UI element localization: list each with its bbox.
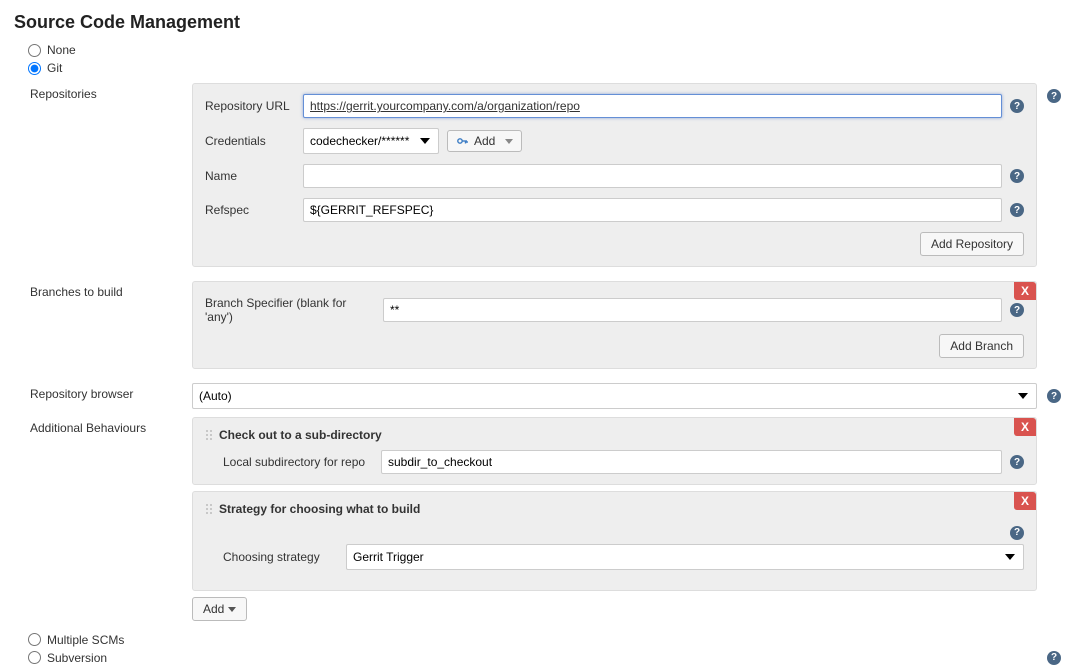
add-branch-button[interactable]: Add Branch xyxy=(939,334,1024,358)
drag-handle-icon[interactable] xyxy=(205,503,213,516)
delete-branch-button[interactable]: X xyxy=(1014,282,1036,300)
scm-radio-git[interactable] xyxy=(28,62,41,75)
scm-radio-multiple[interactable] xyxy=(28,633,41,646)
help-icon[interactable]: ? xyxy=(1010,203,1024,217)
add-cred-label: Add xyxy=(474,134,495,148)
repositories-label: Repositories xyxy=(20,79,192,277)
scm-option-multiple-row[interactable]: Multiple SCMs xyxy=(28,633,1067,647)
chevron-down-icon xyxy=(228,607,236,612)
local-subdir-label: Local subdirectory for repo xyxy=(223,455,373,469)
add-credentials-button[interactable]: Add xyxy=(447,130,522,152)
refspec-input[interactable] xyxy=(303,198,1002,222)
choosing-strategy-select[interactable]: Gerrit Trigger xyxy=(346,544,1024,570)
help-icon[interactable]: ? xyxy=(1047,389,1061,403)
behaviour-strategy-panel: X Strategy for choosing what to build ? … xyxy=(192,491,1037,591)
help-icon[interactable]: ? xyxy=(1010,455,1024,469)
scm-radio-none[interactable] xyxy=(28,44,41,57)
scm-label-none: None xyxy=(47,43,76,57)
scm-option-git-row[interactable]: Git xyxy=(28,61,1067,75)
repo-url-label: Repository URL xyxy=(205,99,295,113)
branch-specifier-label: Branch Specifier (blank for 'any') xyxy=(205,296,375,324)
credentials-select[interactable]: codechecker/****** xyxy=(303,128,439,154)
branch-specifier-input[interactable] xyxy=(383,298,1002,322)
credentials-label: Credentials xyxy=(205,134,295,148)
chevron-down-icon xyxy=(505,139,513,144)
branch-panel: X Branch Specifier (blank for 'any') ? A… xyxy=(192,281,1037,369)
help-icon[interactable]: ? xyxy=(1010,303,1024,317)
repository-panel: Repository URL ? Credentials codechecker… xyxy=(192,83,1037,267)
delete-behaviour-button[interactable]: X xyxy=(1014,492,1036,510)
drag-handle-icon[interactable] xyxy=(205,429,213,442)
scm-label-multiple: Multiple SCMs xyxy=(47,633,124,647)
behaviours-label: Additional Behaviours xyxy=(20,413,192,625)
local-subdir-input[interactable] xyxy=(381,450,1002,474)
repo-url-input[interactable] xyxy=(303,94,1002,118)
behaviour-strategy-title: Strategy for choosing what to build xyxy=(219,502,420,516)
help-icon[interactable]: ? xyxy=(1010,526,1024,540)
add-behaviour-button[interactable]: Add xyxy=(192,597,247,621)
git-config-block: Repositories ? Repository URL ? xyxy=(20,79,1061,625)
delete-behaviour-button[interactable]: X xyxy=(1014,418,1036,436)
scm-config-container: Source Code Management None Git Reposito… xyxy=(0,0,1077,653)
behaviour-subdir-panel: X Check out to a sub-directory Local sub… xyxy=(192,417,1037,485)
section-title: Source Code Management xyxy=(14,12,1067,33)
help-icon[interactable]: ? xyxy=(1010,169,1024,183)
scm-label-git: Git xyxy=(47,61,62,75)
help-icon[interactable]: ? xyxy=(1047,89,1061,103)
refspec-label: Refspec xyxy=(205,203,295,217)
repo-name-label: Name xyxy=(205,169,295,183)
add-repository-button[interactable]: Add Repository xyxy=(920,232,1024,256)
help-icon[interactable]: ? xyxy=(1010,99,1024,113)
repo-browser-label: Repository browser xyxy=(20,379,192,413)
choosing-strategy-label: Choosing strategy xyxy=(223,550,338,564)
scm-option-none-row[interactable]: None xyxy=(28,43,1067,57)
repo-browser-select[interactable]: (Auto) xyxy=(192,383,1037,409)
key-icon xyxy=(456,135,468,147)
repo-name-input[interactable] xyxy=(303,164,1002,188)
branches-label: Branches to build xyxy=(20,277,192,379)
behaviour-subdir-title: Check out to a sub-directory xyxy=(219,428,382,442)
